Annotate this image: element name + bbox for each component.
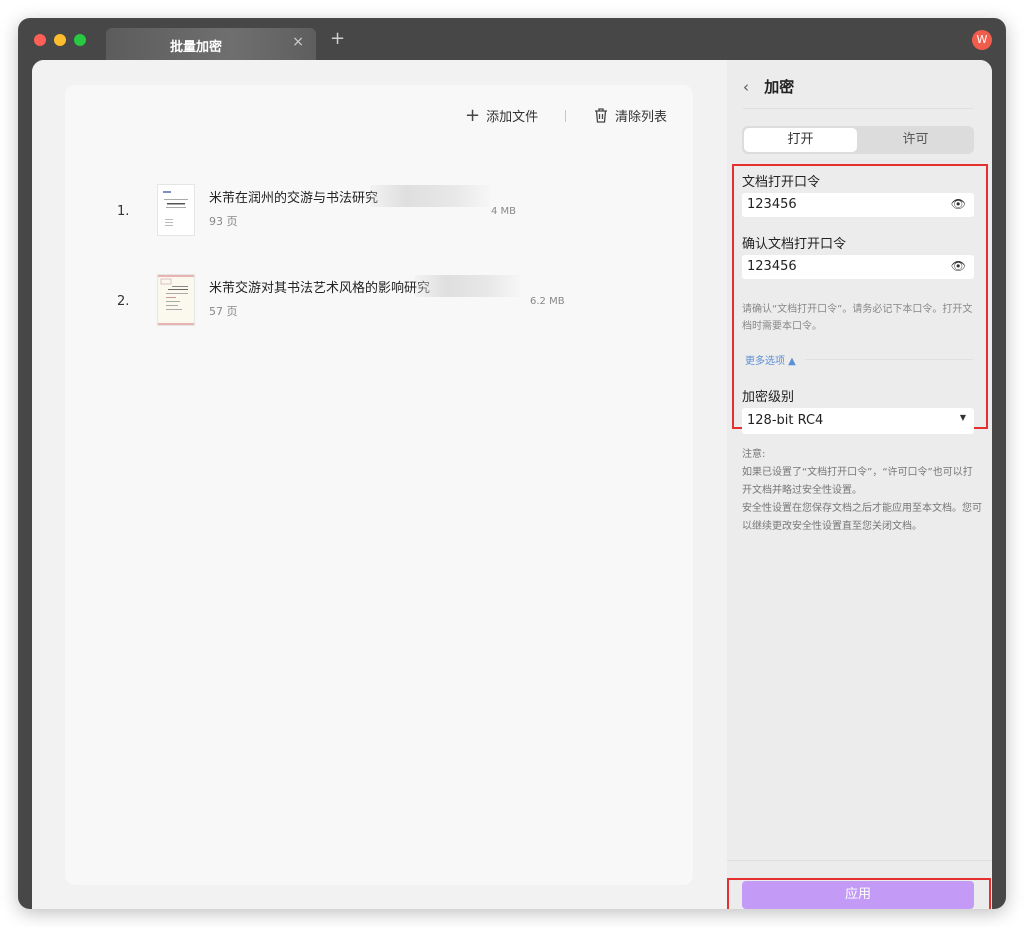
trash-icon bbox=[595, 108, 607, 123]
zoom-window-button[interactable] bbox=[74, 34, 86, 46]
file-list-panel: + 添加文件 清除列表 1. 米芾在润州的交游与书法研究 93 页 4 MB 2… bbox=[32, 60, 727, 909]
footer-divider bbox=[727, 860, 992, 861]
toolbar-divider bbox=[565, 110, 566, 122]
security-notes: 注意: 如果已设置了“文档打开口令”，“许可口令”也可以打开文档并略过安全性设置… bbox=[742, 446, 982, 536]
dropdown-arrow-icon: ▼ bbox=[959, 413, 966, 422]
list-item[interactable]: 2. 米芾交游对其书法艺术风格的影响研究 57 页 6.2 MB bbox=[65, 270, 693, 330]
redacted-area bbox=[415, 275, 520, 297]
redacted-area bbox=[370, 185, 490, 207]
segment-control: 打开 许可 bbox=[742, 126, 974, 154]
panel-title: 加密 bbox=[764, 78, 795, 96]
apply-button[interactable]: 应用 bbox=[742, 881, 974, 909]
file-name: 米芾交游对其书法艺术风格的影响研究 bbox=[209, 281, 431, 296]
tab-open[interactable]: 打开 bbox=[744, 128, 857, 152]
clear-list-label: 清除列表 bbox=[615, 110, 668, 125]
eye-icon[interactable]: 👁 bbox=[951, 259, 966, 273]
back-icon[interactable]: ‹ bbox=[743, 78, 749, 96]
encrypt-panel: ‹ 加密 打开 许可 文档打开口令 123456 👁 确认文档打开口令 1234… bbox=[727, 60, 992, 909]
file-pages: 93 页 bbox=[209, 215, 238, 228]
avatar[interactable]: W bbox=[972, 30, 992, 50]
close-window-button[interactable] bbox=[34, 34, 46, 46]
file-index: 1. bbox=[117, 204, 130, 219]
add-file-label: 添加文件 bbox=[486, 110, 539, 125]
add-file-button[interactable]: + 添加文件 bbox=[465, 106, 538, 125]
file-size: 4 MB bbox=[491, 206, 517, 217]
encryption-level-label: 加密级别 bbox=[742, 390, 795, 405]
file-index: 2. bbox=[117, 294, 130, 309]
plus-icon: + bbox=[465, 104, 481, 126]
file-pages: 57 页 bbox=[209, 305, 238, 318]
eye-icon[interactable]: 👁 bbox=[951, 197, 966, 211]
more-options-toggle[interactable]: 更多选项 ▲ bbox=[745, 352, 796, 367]
tab-batch-encrypt[interactable]: 批量加密 × bbox=[106, 28, 316, 60]
notes-line: 如果已设置了“文档打开口令”，“许可口令”也可以打开文档并略过安全性设置。 bbox=[742, 467, 973, 496]
confirm-password-field[interactable]: 123456 👁 bbox=[742, 255, 974, 279]
open-password-value: 123456 bbox=[747, 197, 797, 212]
header-divider bbox=[743, 108, 973, 109]
file-thumbnail bbox=[157, 274, 195, 326]
main-content: + 添加文件 清除列表 1. 米芾在润州的交游与书法研究 93 页 4 MB 2… bbox=[32, 60, 992, 909]
password-hint: 请确认“文档打开口令”。请务必记下本口令。打开文档时需要本口令。 bbox=[742, 304, 973, 332]
confirm-password-label: 确认文档打开口令 bbox=[742, 237, 847, 252]
tab-permission[interactable]: 许可 bbox=[859, 128, 972, 152]
title-bar: 批量加密 × + W bbox=[18, 18, 1006, 60]
app-window: 批量加密 × + W + 添加文件 清除列表 1. 米芾在润州的交游与书法研究 … bbox=[18, 18, 1006, 909]
list-item[interactable]: 1. 米芾在润州的交游与书法研究 93 页 4 MB bbox=[65, 180, 693, 240]
file-list-card: + 添加文件 清除列表 1. 米芾在润州的交游与书法研究 93 页 4 MB 2… bbox=[65, 85, 693, 885]
file-name: 米芾在润州的交游与书法研究 bbox=[209, 191, 379, 206]
open-password-field[interactable]: 123456 👁 bbox=[742, 193, 974, 217]
file-size: 6.2 MB bbox=[530, 296, 565, 307]
tab-title: 批量加密 bbox=[169, 40, 222, 55]
encryption-level-select[interactable]: 128-bit RC4 ▼ bbox=[742, 408, 974, 434]
clear-list-button[interactable]: 清除列表 bbox=[593, 106, 667, 125]
file-thumbnail bbox=[157, 184, 195, 236]
notes-title: 注意: bbox=[742, 449, 766, 460]
tab-close-icon[interactable]: × bbox=[292, 34, 304, 50]
open-password-label: 文档打开口令 bbox=[742, 175, 821, 190]
new-tab-icon[interactable]: + bbox=[330, 30, 345, 48]
panel-header: ‹ 加密 bbox=[743, 76, 794, 97]
more-options-divider bbox=[805, 359, 973, 360]
notes-line: 安全性设置在您保存文档之后才能应用至本文档。您可以继续更改安全性设置直至您关闭文… bbox=[742, 503, 982, 532]
minimize-window-button[interactable] bbox=[54, 34, 66, 46]
confirm-password-value: 123456 bbox=[747, 259, 797, 274]
encryption-level-value: 128-bit RC4 bbox=[747, 413, 824, 428]
